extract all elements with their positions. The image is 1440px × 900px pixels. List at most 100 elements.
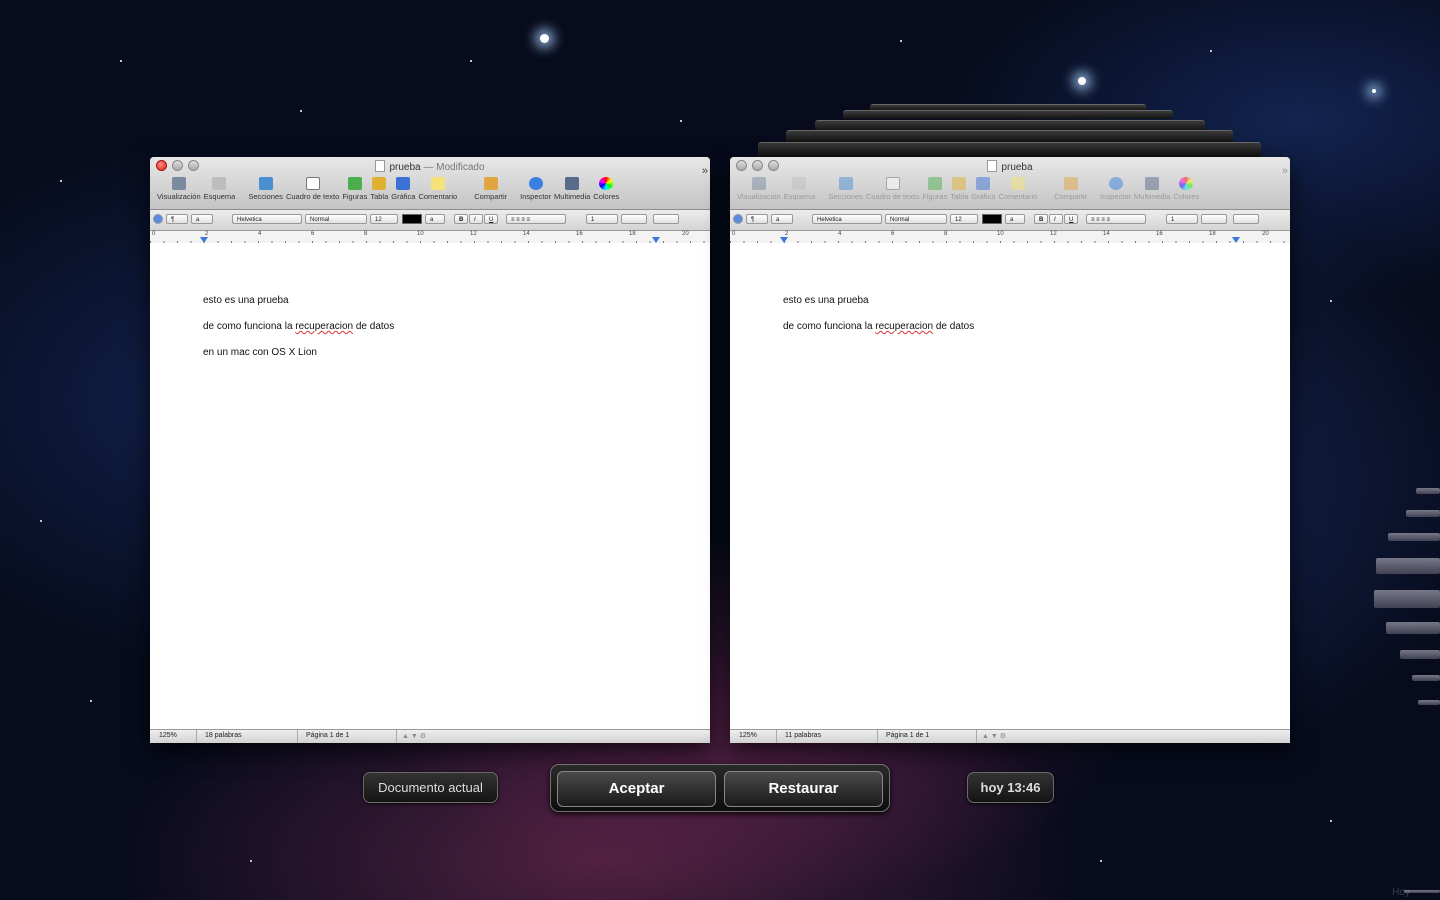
toolbar-esquema[interactable]: Esquema: [784, 177, 815, 205]
paragraph-style-menu[interactable]: ¶: [746, 214, 768, 224]
current-document-window[interactable]: prueba — Modificado Visualización Esquem…: [150, 157, 710, 743]
page-nav-arrows-icon[interactable]: ▲ ▼ ⚙: [982, 732, 1006, 740]
font-family-select[interactable]: Helvetica: [232, 214, 302, 224]
ruler-number: 6: [891, 231, 895, 237]
timeline-tick[interactable]: [1388, 533, 1440, 541]
toolbar-label: Comentario: [418, 192, 458, 201]
toolbar-grafica[interactable]: Gráfica: [391, 177, 415, 205]
list-button[interactable]: [653, 214, 679, 224]
font-family-select[interactable]: Helvetica: [812, 214, 882, 224]
columns-button[interactable]: [1201, 214, 1227, 224]
text-color-swatch[interactable]: [402, 214, 422, 224]
font-size-select[interactable]: 12: [950, 214, 978, 224]
toolbar-inspector[interactable]: Inspector: [520, 177, 551, 205]
document-page[interactable]: esto es una prueba de como funciona la r…: [150, 243, 710, 729]
character-style-menu[interactable]: a: [191, 214, 213, 224]
toolbar-figuras[interactable]: Figuras: [922, 177, 947, 205]
restore-button[interactable]: Restaurar: [724, 771, 883, 807]
history-window-stack[interactable]: [786, 130, 1233, 142]
timeline-tick[interactable]: [1386, 622, 1440, 634]
toolbar-compartir[interactable]: Compartir: [1054, 177, 1087, 205]
toolbar-figuras[interactable]: Figuras: [342, 177, 367, 205]
bold-button[interactable]: B: [1034, 214, 1048, 224]
line-spacing-select[interactable]: 1: [586, 214, 618, 224]
star: [1100, 860, 1102, 862]
toolbar-cuadro-texto[interactable]: Cuadro de texto: [866, 177, 919, 205]
toolbar-tabla[interactable]: Tabla: [370, 177, 388, 205]
inspector-icon: [528, 177, 543, 190]
highlight-color[interactable]: a: [1005, 214, 1025, 224]
toolbar-tabla[interactable]: Tabla: [950, 177, 968, 205]
character-style-menu[interactable]: a: [771, 214, 793, 224]
timeline-tick[interactable]: [1374, 590, 1440, 608]
toolbar-visualizacion[interactable]: Visualización: [157, 177, 201, 205]
toolbar-multimedia[interactable]: Multimedia: [554, 177, 590, 205]
overflow-chevron-icon[interactable]: »: [702, 165, 708, 177]
toolbar-colores[interactable]: Colores: [593, 177, 619, 205]
view-icon: [751, 177, 766, 190]
document-page[interactable]: esto es una prueba de como funciona la r…: [730, 243, 1290, 729]
toolbar-cuadro-texto[interactable]: Cuadro de texto: [286, 177, 339, 205]
text-color-swatch[interactable]: [982, 214, 1002, 224]
styles-drawer-button[interactable]: [153, 214, 163, 224]
toolbar-colores[interactable]: Colores: [1173, 177, 1199, 205]
toolbar-secciones[interactable]: Secciones: [248, 177, 283, 205]
align-buttons[interactable]: ≡ ≡ ≡ ≡: [506, 214, 566, 224]
backup-document-window[interactable]: prueba Visualización Esquema Secciones C…: [730, 157, 1290, 743]
history-window-stack[interactable]: [843, 110, 1173, 119]
word-count[interactable]: 18 palabras: [205, 732, 242, 739]
toolbar-visualizacion[interactable]: Visualización: [737, 177, 781, 205]
toolbar-multimedia[interactable]: Multimedia: [1134, 177, 1170, 205]
zoom-select[interactable]: 125%: [159, 732, 177, 739]
chart-icon: [396, 177, 411, 190]
window-title: prueba — Modificado: [150, 160, 710, 173]
timeline-tick[interactable]: [1412, 675, 1440, 681]
document-icon: [987, 160, 998, 172]
zoom-select[interactable]: 125%: [739, 732, 757, 739]
star: [60, 180, 62, 182]
toolbar-inspector[interactable]: Inspector: [1100, 177, 1131, 205]
format-bar: ¶ a Helvetica Normal 12 a B I U ≡ ≡ ≡ ≡ …: [150, 210, 710, 231]
toolbar-label: Colores: [1173, 192, 1200, 201]
toolbar-label: Compartir: [474, 192, 508, 201]
timeline-tick[interactable]: [1416, 488, 1440, 494]
timeline-tick[interactable]: [1406, 510, 1440, 517]
font-size-select[interactable]: 12: [370, 214, 398, 224]
paragraph-style-menu[interactable]: ¶: [166, 214, 188, 224]
view-icon: [171, 177, 186, 190]
ruler-number: 16: [1156, 231, 1163, 237]
timeline-tick[interactable]: [1376, 558, 1440, 574]
font-style-select[interactable]: Normal: [885, 214, 947, 224]
timeline-tick[interactable]: [1418, 700, 1440, 705]
list-button[interactable]: [1233, 214, 1259, 224]
toolbar-comentario[interactable]: Comentario: [998, 177, 1037, 205]
toolbar-comentario[interactable]: Comentario: [418, 177, 457, 205]
page-nav-arrows-icon[interactable]: ▲ ▼ ⚙: [402, 732, 426, 740]
history-window-stack[interactable]: [758, 142, 1261, 157]
star: [250, 860, 252, 862]
text-run: en un mac con OS X Lion: [203, 347, 317, 358]
overflow-chevron-icon[interactable]: »: [1282, 165, 1288, 177]
italic-button[interactable]: I: [469, 214, 483, 224]
star: [300, 110, 302, 112]
line-spacing-select[interactable]: 1: [1166, 214, 1198, 224]
accept-button[interactable]: Aceptar: [557, 771, 716, 807]
underline-button[interactable]: U: [484, 214, 498, 224]
media-icon: [1145, 177, 1160, 190]
timeline-tick[interactable]: [1400, 650, 1440, 659]
styles-drawer-button[interactable]: [733, 214, 743, 224]
toolbar-esquema[interactable]: Esquema: [204, 177, 235, 205]
columns-button[interactable]: [621, 214, 647, 224]
underline-button[interactable]: U: [1064, 214, 1078, 224]
align-buttons[interactable]: ≡ ≡ ≡ ≡: [1086, 214, 1146, 224]
comment-icon: [430, 177, 445, 190]
font-style-select[interactable]: Normal: [305, 214, 367, 224]
bold-button[interactable]: B: [454, 214, 468, 224]
italic-button[interactable]: I: [1049, 214, 1063, 224]
word-count[interactable]: 11 palabras: [785, 732, 821, 739]
toolbar-grafica[interactable]: Gráfica: [971, 177, 995, 205]
toolbar-compartir[interactable]: Compartir: [474, 177, 507, 205]
highlight-color[interactable]: a: [425, 214, 445, 224]
ruler-number: 12: [1050, 231, 1057, 237]
toolbar-secciones[interactable]: Secciones: [828, 177, 863, 205]
